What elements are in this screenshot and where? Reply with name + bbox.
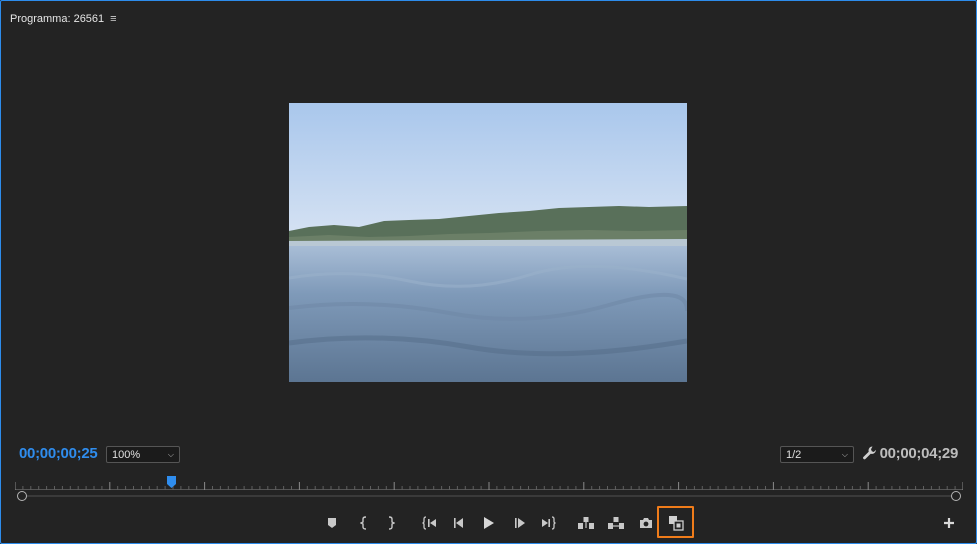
lift-icon — [578, 517, 594, 529]
play-button[interactable] — [480, 514, 498, 532]
playhead[interactable] — [166, 476, 177, 489]
hamburger-menu-icon[interactable]: ≡ — [110, 13, 116, 25]
camera-icon — [640, 518, 652, 528]
wrench-icon[interactable] — [862, 445, 878, 461]
panel-header: Programma: 26561 ≡ — [10, 11, 117, 27]
extract-icon — [608, 517, 624, 529]
export-frame-button[interactable] — [637, 514, 655, 532]
transport-controls — [1, 511, 976, 535]
mark-out-icon — [388, 516, 395, 530]
go-to-out-icon — [542, 516, 556, 530]
duration-timecode: 00;00;04;29 — [879, 445, 959, 462]
lift-button[interactable] — [577, 514, 595, 532]
chevron-down-icon: ⌵ — [167, 449, 174, 459]
chevron-down-icon: ⌵ — [841, 449, 848, 459]
step-back-icon — [454, 518, 463, 528]
zoom-level-value: 100% — [112, 448, 141, 461]
zoom-scroll-end-handle[interactable] — [951, 491, 961, 501]
go-to-in-icon — [422, 516, 436, 530]
video-frame — [289, 103, 687, 382]
current-timecode[interactable]: 00;00;00;25 — [19, 445, 98, 462]
zoom-scroll-track — [21, 495, 957, 497]
ocean-landscape-image — [289, 103, 687, 382]
mark-in-icon — [360, 516, 367, 530]
extract-button[interactable] — [607, 514, 625, 532]
program-monitor-panel: Programma: 26561 ≡ 00;00;00;25 100% ⌵ 1/… — [0, 0, 977, 544]
step-back-button[interactable] — [450, 514, 468, 532]
zoom-scroll-start-handle[interactable] — [17, 491, 27, 501]
step-forward-icon — [515, 518, 525, 528]
zoom-level-select[interactable]: 100% ⌵ — [106, 446, 180, 463]
highlight-box — [657, 506, 694, 538]
play-icon — [484, 517, 494, 529]
plus-icon — [944, 518, 954, 528]
panel-title[interactable]: Programma: 26561 — [10, 13, 104, 25]
mark-in-button[interactable] — [355, 514, 373, 532]
playback-resolution-select[interactable]: 1/2 ⌵ — [780, 446, 854, 463]
marker-icon — [328, 518, 336, 528]
mark-out-button[interactable] — [382, 514, 400, 532]
playback-resolution-value: 1/2 — [786, 448, 802, 461]
zoom-scroll-bar[interactable] — [17, 491, 961, 501]
add-marker-button[interactable] — [323, 514, 341, 532]
go-to-in-button[interactable] — [421, 514, 439, 532]
step-forward-button[interactable] — [511, 514, 529, 532]
time-ruler[interactable] — [14, 477, 964, 490]
add-button[interactable] — [942, 516, 956, 530]
go-to-out-button[interactable] — [539, 514, 557, 532]
